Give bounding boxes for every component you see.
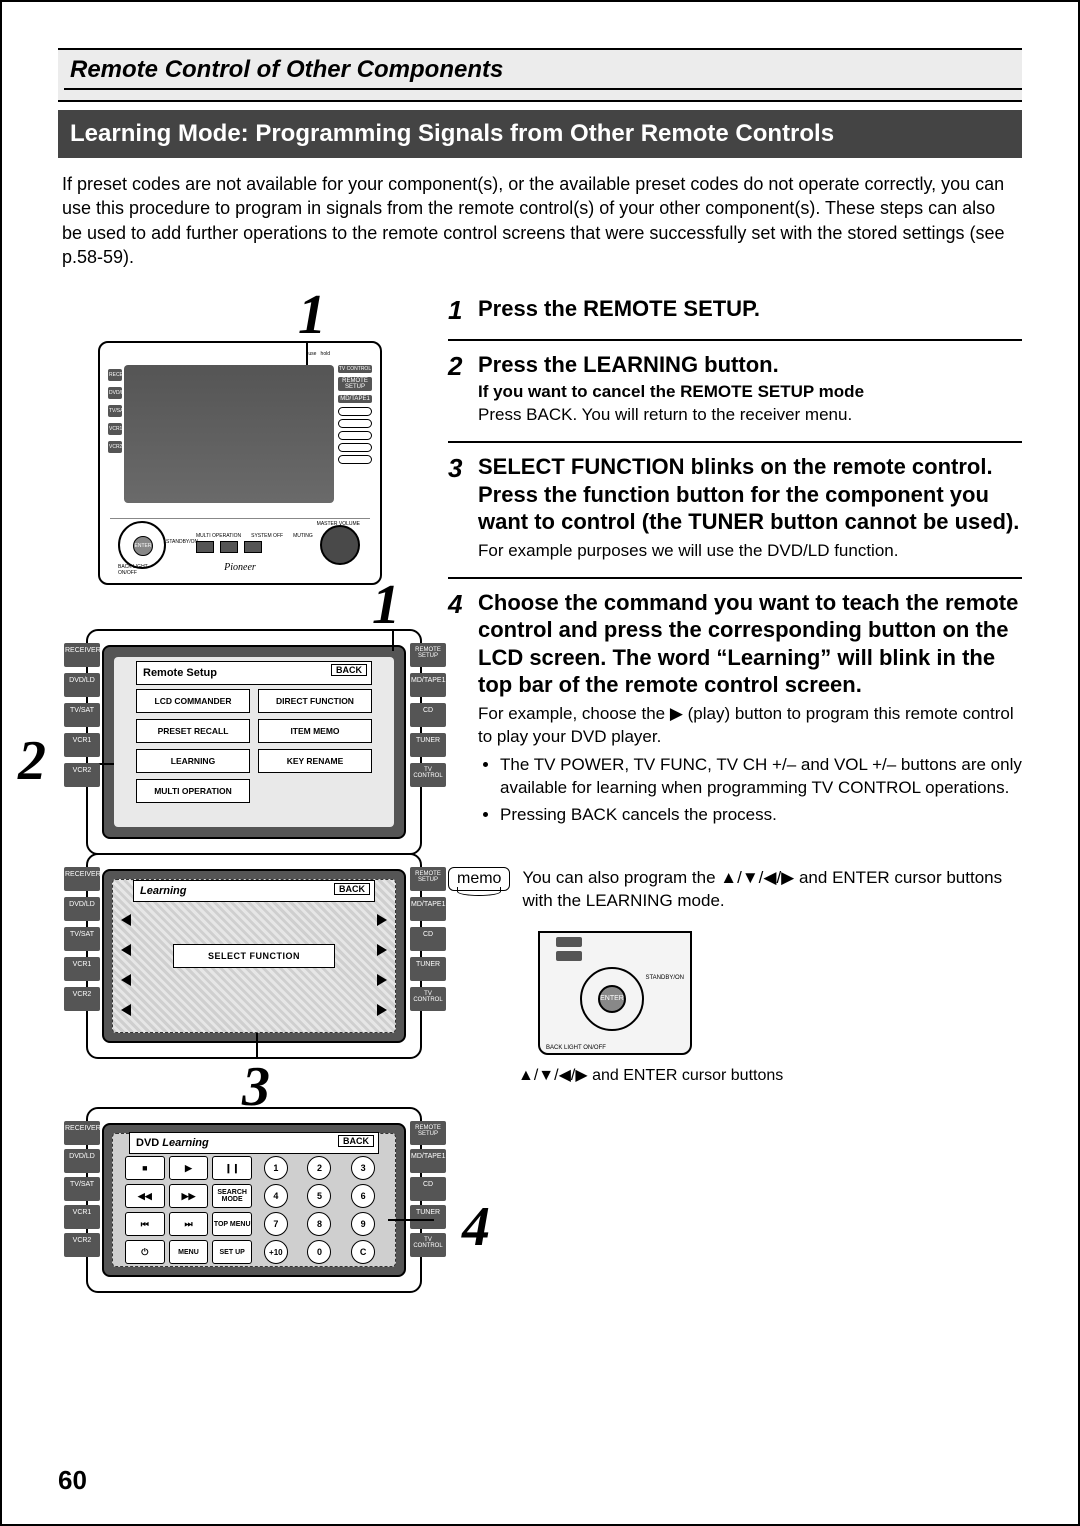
intro-paragraph: If preset codes are not available for yo… [62,172,1018,269]
page-banner: Learning Mode: Programming Signals from … [58,110,1022,158]
d1-lcd [124,365,334,503]
step-2: 2 Press the LEARNING button. If you want… [448,341,1022,443]
callout-2: 2 [18,733,46,789]
step-3: 3 SELECT FUNCTION blinks on the remote c… [448,443,1022,578]
step-4: 4 Choose the command you want to teach t… [448,579,1022,844]
bullet-item: Pressing BACK cancels the process. [500,804,1022,827]
diagram-select-function: RECEIVER DVD/LD TV/SAT VCR1 VCR2 REMOTE … [102,869,406,1043]
pause-icon: ❙❙ [212,1156,252,1180]
cursor-caption: ▲/▼/◀/▶ and ENTER cursor buttons [448,1065,1022,1085]
triangle-right-icon [377,914,387,926]
memo-block: memo You can also program the ▲/▼/◀/▶ an… [448,867,1022,913]
d1-right-chips: TV CONTROL REMOTE SETUP MD/TAPE1 [338,365,372,467]
step-1: 1 Press the REMOTE SETUP. [448,285,1022,341]
play-icon: ▶ [169,1156,209,1180]
volume-knob-icon [320,525,360,565]
rew-icon: ◀◀ [125,1184,165,1208]
callout-1b: 1 [372,577,400,633]
select-function-label: SELECT FUNCTION [173,944,335,968]
next-icon: ⏭ [169,1212,209,1236]
prev-icon: ⏮ [125,1212,165,1236]
d1-left-chips: RECEIVER DVD/LD TV/SAT VCR1 VCR2 [108,369,122,459]
diagram-remote-top: 1 use hold RECEIVER DVD/LD TV/SAT VCR1 V… [98,341,382,585]
diagram-cursor-buttons: ENTER STANDBY/ON BACK LIGHT ON/OFF [538,931,692,1055]
power-icon: ⏻ [125,1240,165,1264]
section-heading: Remote Control of Other Components [64,54,1022,90]
callout-4: 4 [462,1199,490,1255]
back-button: BACK [331,664,367,676]
triangle-left-icon [121,914,131,926]
ff-icon: ▶▶ [169,1184,209,1208]
d3-title: Learning BACK [133,880,375,902]
stop-icon: ■ [125,1156,165,1180]
enter-icon: ENTER [133,536,153,556]
callout-1: 1 [298,287,326,343]
memo-badge: memo [448,867,510,891]
enter-icon: ENTER [598,985,626,1013]
steps-column: 1 Press the REMOTE SETUP. 2 Press the LE… [448,285,1022,1297]
diagram-column: 1 use hold RECEIVER DVD/LD TV/SAT VCR1 V… [58,285,428,1297]
brand-logo: Pioneer [110,562,370,573]
d4-title: DVD Learning BACK [129,1132,379,1154]
diagram-remote-setup-menu: 1 2 RECEIVER DVD/LD TV/SAT VCR1 VCR2 REM… [102,645,406,839]
d2-title: Remote Setup BACK [136,661,372,685]
bullet-item: The TV POWER, TV FUNC, TV CH +/– and VOL… [500,754,1022,800]
page-number: 60 [58,1465,87,1496]
callout-3: 3 [242,1059,270,1115]
diagram-dvd-learning: RECEIVER DVD/LD TV/SAT VCR1 VCR2 REMOTE … [102,1123,406,1277]
